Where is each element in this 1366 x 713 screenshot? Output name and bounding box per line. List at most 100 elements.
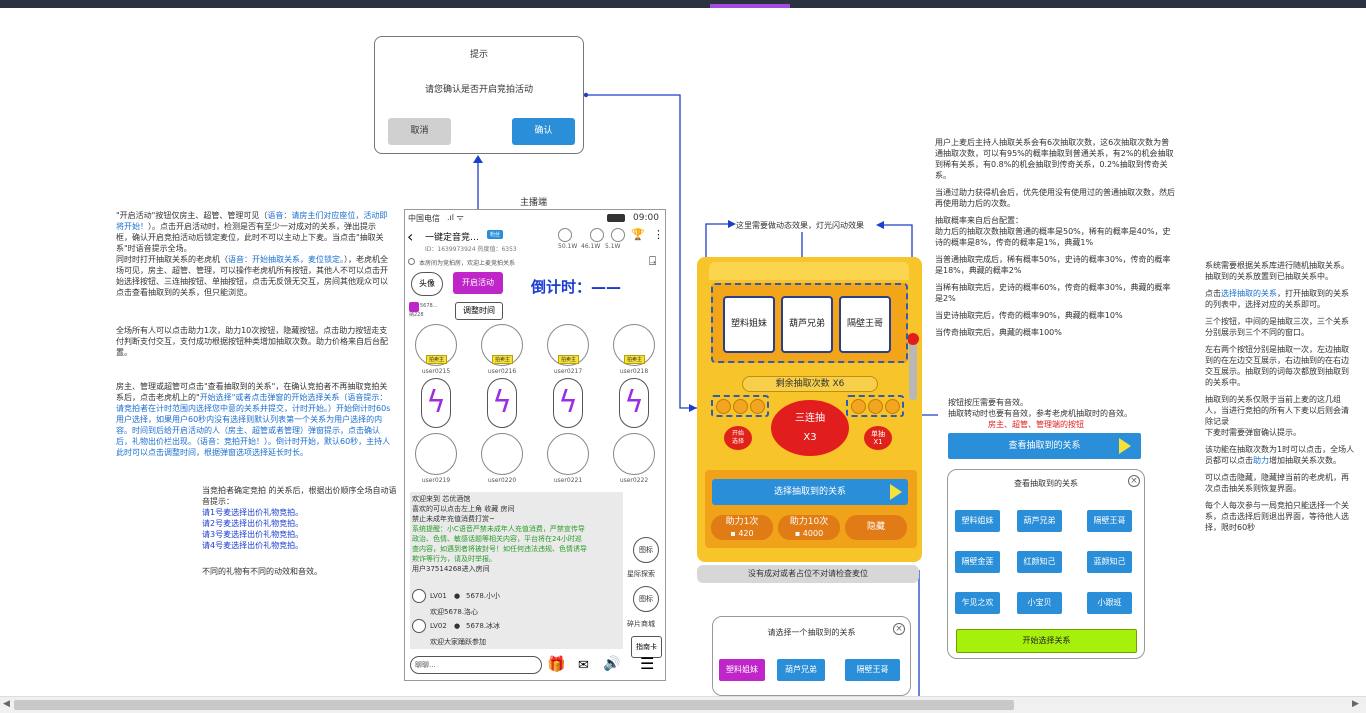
seat-user: user0222	[619, 477, 649, 484]
speaker-icon[interactable]: 🔊	[603, 656, 620, 672]
chat-level-2: LV02	[430, 622, 447, 630]
mic-avatar-1	[558, 228, 572, 242]
seat-6[interactable]	[481, 433, 523, 475]
avatar-button[interactable]: 头像	[411, 272, 443, 296]
warning-bar: 没有成对或者占位不对请检查麦位	[697, 565, 919, 583]
scroll-thumb[interactable]	[14, 700, 1014, 710]
relation-option[interactable]: 隔壁王哥	[845, 659, 900, 681]
adjust-time-button[interactable]: 调整时间	[455, 302, 503, 320]
fan-badge: 粉丝	[487, 230, 504, 239]
triple-draw-button[interactable]: 三连抽 X3	[771, 400, 849, 456]
more-icon[interactable]: ⋮	[653, 228, 664, 241]
start-select-button[interactable]: 开始 选择	[724, 426, 752, 450]
left-desc-3: 房主、管理或超管可点击"查看抽取到的关系"，在确认竞拍者不再抽取竞拍关系后，点击…	[116, 382, 391, 457]
chat-gender-icon: ●	[454, 622, 461, 630]
auctioneer-tag: 拍卖主	[426, 355, 448, 364]
probability-desc: 用户上麦后主持人抽取关系会有6次抽取次数，这6次抽取次数为普通抽取次数，可以有9…	[935, 138, 1175, 337]
close-icon[interactable]: ×	[893, 623, 905, 635]
confirm-button[interactable]: 确认	[512, 118, 575, 145]
seat-7[interactable]	[547, 433, 589, 475]
start-select-relation-button[interactable]: 开始选择关系	[956, 629, 1137, 653]
seat-5[interactable]	[415, 433, 457, 475]
relation-item: 小跟班	[1087, 592, 1132, 614]
hide-button[interactable]: 隐藏	[845, 515, 907, 540]
chat-line: 政治、色情、敏感话题等相关内容，平台将在24小时巡	[412, 535, 582, 543]
scroll-left-icon[interactable]: ◀	[3, 699, 10, 709]
lever-knob[interactable]	[907, 333, 919, 345]
light-dot	[851, 399, 866, 414]
chat-user-2: 5678.冰冰	[466, 622, 501, 630]
auctioneer-tag: 拍卖主	[558, 355, 580, 364]
single-draw-button[interactable]: 单抽 X1	[864, 426, 892, 450]
icon-button-1[interactable]: 图标	[633, 537, 659, 563]
left-light-box	[711, 395, 769, 417]
scroll-right-icon[interactable]: ▶	[1352, 699, 1359, 709]
reel-1: 塑料姐妹	[723, 296, 775, 353]
start-activity-button[interactable]: 开启活动	[453, 272, 503, 294]
left-voice-list: 请1号麦选择出价礼物竞拍。 请2号麦选择出价礼物竞拍。 请3号麦选择出价礼物竞拍。请…	[202, 508, 304, 550]
help-10-button[interactable]: 助力10次 ▪ 4000	[778, 515, 840, 540]
light-dot	[750, 399, 765, 414]
icon-button-2[interactable]: 图标	[633, 586, 659, 612]
mail-icon[interactable]: ✉	[578, 658, 589, 673]
remaining-count: 剩余抽取次数 X6	[742, 376, 878, 392]
help-1-button[interactable]: 助力1次 ▪ 420	[711, 515, 773, 540]
gift-icon[interactable]: 🎁	[547, 655, 566, 673]
battery-icon	[607, 214, 625, 222]
exit-icon[interactable]: ⍈	[649, 254, 656, 269]
chat-line: 禁止未成年充值消费打赏~	[412, 515, 495, 523]
mic-stat-2: 46.1W	[581, 243, 601, 250]
menu-icon[interactable]: ☰	[640, 654, 654, 673]
trophy-icon[interactable]: 🏆	[631, 228, 645, 241]
dialog-message: 请您确认是否开启竞拍活动	[424, 85, 533, 95]
phone-label: 主播端	[520, 198, 548, 208]
reel-area: 塑料姐妹 葫芦兄弟 隔壁王哥	[711, 283, 908, 363]
chat-user-1: 5678.小小	[466, 592, 501, 600]
mic-avatar-3	[611, 228, 625, 242]
chat-line: 用户37514268进入房间	[412, 565, 490, 573]
reel-3: 隔壁王哥	[839, 296, 891, 353]
lightning-icon: ϟ	[619, 378, 649, 428]
seat-8[interactable]	[613, 433, 655, 475]
relation-option[interactable]: 葫芦兄弟	[777, 659, 825, 681]
sound-desc: 按钮按压需要有音效。 抽取转动时也要有音效，参考老虎机抽取时的音效。 房主、超管…	[948, 398, 1132, 429]
select-dialog-title: 请选择一个抽取到的关系	[767, 628, 856, 637]
close-icon[interactable]: ×	[1128, 475, 1140, 487]
top-bar-accent	[710, 4, 790, 8]
auctioneer-tag: 拍卖主	[492, 355, 514, 364]
left-desc-5: 不同的礼物有不同的动效和音效。	[202, 567, 322, 576]
mic-stat-1: 50.1W	[558, 243, 578, 250]
relation-item: 隔壁金莲	[955, 551, 1000, 573]
mic-stat-3: 5.1W	[605, 243, 621, 250]
chat-avatar-1	[412, 589, 426, 603]
relation-item: 葫芦兄弟	[1017, 510, 1062, 532]
machine-top	[709, 262, 909, 280]
relation-item: 隔壁王哥	[1087, 510, 1132, 532]
dialog-title: 提示	[469, 50, 488, 60]
light-dot	[868, 399, 883, 414]
confirm-dialog: 提示 请您确认是否开启竞拍活动 取消 确认	[374, 36, 584, 154]
chat-line: 喜欢的可以点击左上角 收藏 房间	[412, 505, 515, 513]
chat-line: 查内容，如遇到者将被封号！如任何违法违规、色情诱导	[412, 545, 587, 553]
light-dot	[885, 399, 900, 414]
back-icon[interactable]: ‹	[407, 229, 413, 245]
cancel-button[interactable]: 取消	[388, 118, 451, 145]
chat-avatar-2	[412, 619, 426, 633]
mic-avatar-2	[590, 228, 604, 242]
select-drawn-button[interactable]: 选择抽取到的关系	[712, 479, 908, 505]
horizontal-scrollbar[interactable]: ◀ ▶	[0, 696, 1366, 713]
chat-input[interactable]: 聊聊...	[410, 656, 542, 674]
clock: 09:00	[633, 213, 659, 223]
lever[interactable]	[909, 340, 917, 400]
notice-icon	[408, 258, 415, 265]
reel-2: 葫芦兄弟	[781, 296, 833, 353]
top-bar	[0, 0, 1366, 8]
relation-item: 小宝贝	[1017, 592, 1062, 614]
relation-option[interactable]: 塑料姐妹	[719, 659, 765, 681]
select-relation-dialog: 请选择一个抽取到的关系 × 塑料姐妹 葫芦兄弟 隔壁王哥	[712, 616, 911, 696]
signal-icon: .ıl ᯤ	[447, 213, 464, 222]
seat-user: user0217	[553, 368, 583, 375]
light-dot	[733, 399, 748, 414]
room-notice: 本房间为竞拍房，欢迎上麦竞拍关系	[419, 260, 516, 267]
view-drawn-button[interactable]: 查看抽取到的关系	[948, 433, 1141, 459]
